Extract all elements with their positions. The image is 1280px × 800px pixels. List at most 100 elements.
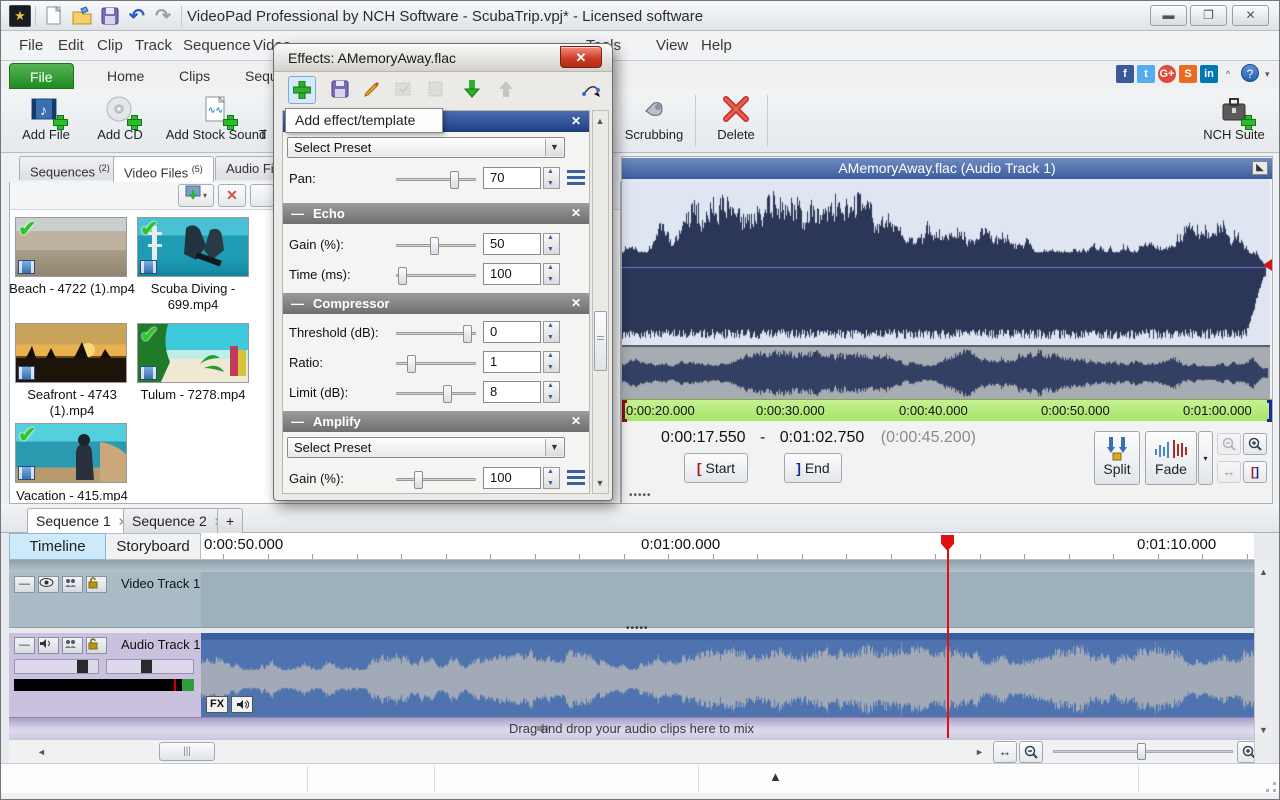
track-group-icon[interactable] [62, 637, 83, 654]
menu-edit[interactable]: Edit [58, 37, 84, 54]
thumbnail-scuba[interactable]: ✔ [137, 217, 249, 277]
collapse-section-icon[interactable]: — [291, 411, 304, 432]
echo-gain-input[interactable]: 50 [483, 233, 541, 255]
echo-time-spinner[interactable] [543, 263, 560, 285]
scroll-left-icon[interactable]: ◄ [33, 744, 50, 760]
move-effect-up-button[interactable] [492, 76, 520, 104]
save-project-icon[interactable] [99, 5, 121, 27]
amplify-preset-select[interactable]: Select Preset▼ [287, 437, 565, 458]
menu-file[interactable]: File [19, 37, 43, 54]
facebook-icon[interactable]: f [1116, 65, 1134, 83]
amplify-gain-input[interactable]: 100 [483, 467, 541, 489]
ratio-spinner[interactable] [543, 351, 560, 373]
echo-time-slider[interactable] [396, 274, 476, 277]
storyboard-view-tab[interactable]: Storyboard [106, 533, 201, 560]
chevron-up-icon[interactable]: ^ [1226, 69, 1230, 79]
track-lock-icon[interactable] [86, 576, 107, 593]
automation-curve-button[interactable] [578, 76, 606, 104]
help-icon[interactable]: ? [1241, 64, 1259, 82]
tab-file[interactable]: File [9, 63, 74, 89]
timeline-ruler[interactable]: 0:00:50.000 0:01:00.000 0:01:10.000 [201, 533, 1254, 560]
edit-effect-button[interactable] [358, 76, 386, 104]
linkedin-icon[interactable]: in [1200, 65, 1218, 83]
add-sequence-tab[interactable]: + [217, 508, 243, 533]
pan-spinner[interactable] [543, 167, 560, 189]
collapse-track-icon[interactable]: — [14, 576, 35, 593]
menu-sequence[interactable]: Sequence [183, 37, 251, 54]
nch-suite-button[interactable]: NCH Suite [1199, 93, 1269, 149]
collapse-panel-arrow[interactable]: ▲ [769, 769, 782, 784]
twitter-icon[interactable]: t [1137, 65, 1155, 83]
fade-button[interactable]: Fade [1145, 431, 1197, 485]
echo-gain-spinner[interactable] [543, 233, 560, 255]
scrollbar-thumb[interactable]: ||| [159, 742, 215, 761]
tab-sequences[interactable]: Sequences (2) [19, 156, 121, 180]
detach-icon[interactable]: ◣ [1252, 161, 1268, 175]
threshold-input[interactable]: 0 [483, 321, 541, 343]
file-name[interactable]: Seafront - 4743 (1).mp4 [7, 387, 137, 419]
stumbleupon-icon[interactable]: S [1179, 65, 1197, 83]
vertical-scrollbar[interactable]: ▲ ▼ [1254, 560, 1273, 763]
limit-spinner[interactable] [543, 381, 560, 403]
tab-home[interactable]: Home [87, 63, 164, 89]
limit-slider[interactable] [396, 392, 476, 395]
timeline-view-tab[interactable]: Timeline [9, 533, 106, 560]
file-name[interactable]: Beach - 4722 (1).mp4 [7, 281, 137, 297]
amplify-section-header[interactable]: — Amplify ✕ [283, 411, 589, 432]
menu-track[interactable]: Track [135, 37, 172, 54]
limit-input[interactable]: 8 [483, 381, 541, 403]
clip-audio-button[interactable] [231, 696, 253, 713]
start-button[interactable]: [ Start [684, 453, 748, 483]
thumbnail-tulum[interactable]: ✔ [137, 323, 249, 383]
selection-end-bracket[interactable] [1267, 400, 1272, 422]
fit-width-button[interactable]: ↔ [1217, 461, 1241, 483]
zoom-in-button[interactable] [1243, 433, 1267, 455]
remove-effect-icon[interactable]: ✕ [571, 293, 581, 314]
scrubbing-button[interactable]: Scrubbing [619, 93, 689, 149]
add-effect-button[interactable] [288, 76, 316, 104]
save-template-button[interactable] [326, 76, 354, 104]
fade-dropdown-arrow[interactable]: ▾ [1198, 431, 1213, 485]
echo-gain-slider[interactable] [396, 244, 476, 247]
zoom-selection-button[interactable]: [] [1243, 461, 1267, 483]
copy-effect-button[interactable] [390, 76, 418, 104]
selection-start-bracket[interactable] [622, 400, 627, 422]
remove-effect-icon[interactable]: ✕ [571, 411, 581, 432]
remove-effect-icon[interactable]: ✕ [571, 111, 581, 132]
pan-slider[interactable] [106, 659, 194, 674]
audio-clip[interactable]: FX [201, 633, 1254, 717]
paste-effect-button[interactable] [422, 76, 450, 104]
remove-effect-icon[interactable]: ✕ [571, 203, 581, 224]
clip-fx-button[interactable]: FX [206, 696, 228, 713]
volume-slider[interactable] [14, 659, 99, 674]
video-track-lane[interactable] [201, 572, 1254, 628]
timeline-zoom-out-button[interactable] [1019, 741, 1043, 763]
tab-video-files[interactable]: Video Files (5) [113, 156, 214, 182]
redo-icon[interactable]: ↷ [155, 5, 177, 27]
ratio-input[interactable]: 1 [483, 351, 541, 373]
scroll-right-icon[interactable]: ► [971, 744, 988, 760]
minimize-button[interactable]: ▬ [1150, 5, 1187, 26]
add-stock-sound-button[interactable]: ∿∿ Add Stock Sound [161, 93, 271, 149]
tab-sequence-1[interactable]: Sequence 1✕ [27, 508, 137, 533]
delete-button[interactable]: Delete [701, 93, 771, 149]
thumbnail-beach[interactable]: ✔ [15, 217, 127, 277]
dialog-scrollbar[interactable]: ▲ ▼ [592, 110, 609, 494]
amplify-automation-icon[interactable] [567, 470, 585, 485]
horizontal-scrollbar[interactable]: ◄ ||| ► ↔ [9, 739, 1254, 763]
amplify-gain-spinner[interactable] [543, 467, 560, 489]
ratio-slider[interactable] [396, 362, 476, 365]
end-button[interactable]: ] End [784, 453, 842, 483]
pan-preset-select[interactable]: Select Preset▼ [287, 137, 565, 158]
pan-value-input[interactable]: 70 [483, 167, 541, 189]
undo-icon[interactable]: ↶ [129, 5, 151, 27]
echo-section-header[interactable]: — Echo ✕ [283, 203, 589, 224]
remove-file-button[interactable]: ✕ [218, 184, 246, 207]
resize-grip[interactable] [1266, 782, 1276, 792]
file-name[interactable]: Tulum - 7278.mp4 [128, 387, 258, 403]
add-cd-button[interactable]: Add CD [85, 93, 155, 149]
track-lock-icon[interactable] [86, 637, 107, 654]
scroll-down-icon[interactable]: ▼ [1255, 722, 1272, 738]
add-file-button[interactable]: ♪ Add File [11, 93, 81, 149]
zoom-out-button[interactable] [1217, 433, 1241, 455]
